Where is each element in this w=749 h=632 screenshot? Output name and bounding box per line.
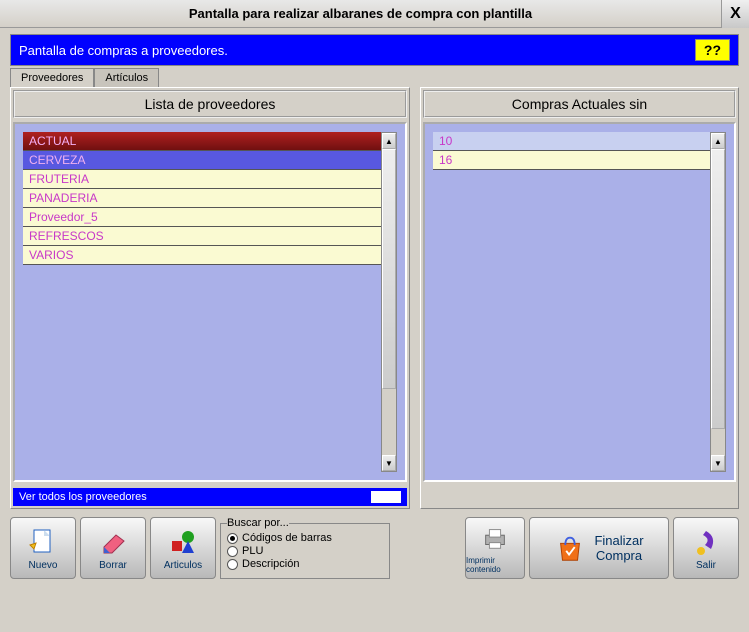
panel-compras-title: Compras Actuales sin <box>423 90 736 118</box>
nuevo-button[interactable]: Nuevo <box>10 517 76 579</box>
list-item[interactable]: ACTUAL <box>23 132 381 151</box>
scroll-up-icon[interactable]: ▲ <box>711 133 725 149</box>
list-item[interactable]: VARIOS <box>23 246 381 265</box>
scroll-up-icon[interactable]: ▲ <box>382 133 396 149</box>
header-subtitle: Pantalla de compras a proveedores. <box>19 43 695 58</box>
ver-todos-label: Ver todos los proveedores <box>19 491 371 503</box>
panel-proveedores-title: Lista de proveedores <box>13 90 407 118</box>
help-button[interactable]: ?? <box>695 39 730 61</box>
tab-proveedores[interactable]: Proveedores <box>10 68 94 87</box>
close-button[interactable]: X <box>721 0 749 28</box>
nuevo-label: Nuevo <box>29 560 58 571</box>
proveedores-scrollbar[interactable]: ▲ ▼ <box>381 132 397 472</box>
exit-arrow-icon <box>690 526 722 558</box>
finalizar-label: Finalizar Compra <box>594 533 643 563</box>
ver-todos-link[interactable]: Ver todos los proveedores <box>13 488 407 506</box>
radio-icon <box>227 546 238 557</box>
borrar-label: Borrar <box>99 560 127 571</box>
imprimir-button[interactable]: Imprimir contenido <box>465 517 525 579</box>
radio-descripcion[interactable]: Descripción <box>227 558 383 570</box>
list-item[interactable]: FRUTERIA <box>23 170 381 189</box>
footer-box <box>371 491 401 503</box>
scroll-thumb[interactable] <box>382 149 396 389</box>
scroll-thumb[interactable] <box>711 149 725 429</box>
tab-articulos[interactable]: Artículos <box>94 68 159 87</box>
scroll-down-icon[interactable]: ▼ <box>382 455 396 471</box>
buscar-por-group: Buscar por... Códigos de barras PLU Desc… <box>220 517 390 579</box>
articulos-label: Articulos <box>164 560 202 571</box>
list-item[interactable]: REFRESCOS <box>23 227 381 246</box>
panel-compras: Compras Actuales sin 1016 ▲ ▼ <box>420 87 739 509</box>
compras-scrollbar[interactable]: ▲ ▼ <box>710 132 726 472</box>
list-item[interactable]: Proveedor_5 <box>23 208 381 227</box>
finalizar-button[interactable]: Finalizar Compra <box>529 517 669 579</box>
eraser-icon <box>97 526 129 558</box>
window-title: Pantalla para realizar albaranes de comp… <box>0 6 721 21</box>
radio-icon <box>227 559 238 570</box>
salir-label: Salir <box>696 560 716 571</box>
radio-icon <box>227 533 238 544</box>
list-item[interactable]: 10 <box>433 132 710 151</box>
scroll-down-icon[interactable]: ▼ <box>711 455 725 471</box>
list-item[interactable]: CERVEZA <box>23 151 381 170</box>
buscar-por-legend: Buscar por... <box>227 517 289 529</box>
compras-list-container: 1016 ▲ ▼ <box>423 122 736 482</box>
document-new-icon <box>27 526 59 558</box>
borrar-button[interactable]: Borrar <box>80 517 146 579</box>
imprimir-label: Imprimir contenido <box>466 556 524 574</box>
radio-codigos[interactable]: Códigos de barras <box>227 532 383 544</box>
printer-icon <box>479 522 511 554</box>
shapes-icon <box>167 526 199 558</box>
radio-descripcion-label: Descripción <box>242 558 299 570</box>
tab-strip: Proveedores Artículos <box>10 68 739 87</box>
radio-plu[interactable]: PLU <box>227 545 383 557</box>
radio-codigos-label: Códigos de barras <box>242 532 332 544</box>
panel-proveedores: Lista de proveedores ACTUALCERVEZAFRUTER… <box>10 87 410 509</box>
shopping-bag-icon <box>554 532 586 564</box>
articulos-button[interactable]: Articulos <box>150 517 216 579</box>
list-item[interactable]: PANADERIA <box>23 189 381 208</box>
salir-button[interactable]: Salir <box>673 517 739 579</box>
proveedores-list-container: ACTUALCERVEZAFRUTERIAPANADERIAProveedor_… <box>13 122 407 482</box>
titlebar: Pantalla para realizar albaranes de comp… <box>0 0 749 28</box>
list-item[interactable]: 16 <box>433 151 710 170</box>
bottom-toolbar: Nuevo Borrar Articulos Buscar por... Cód… <box>10 517 739 579</box>
header-bar: Pantalla de compras a proveedores. ?? <box>10 34 739 66</box>
radio-plu-label: PLU <box>242 545 263 557</box>
